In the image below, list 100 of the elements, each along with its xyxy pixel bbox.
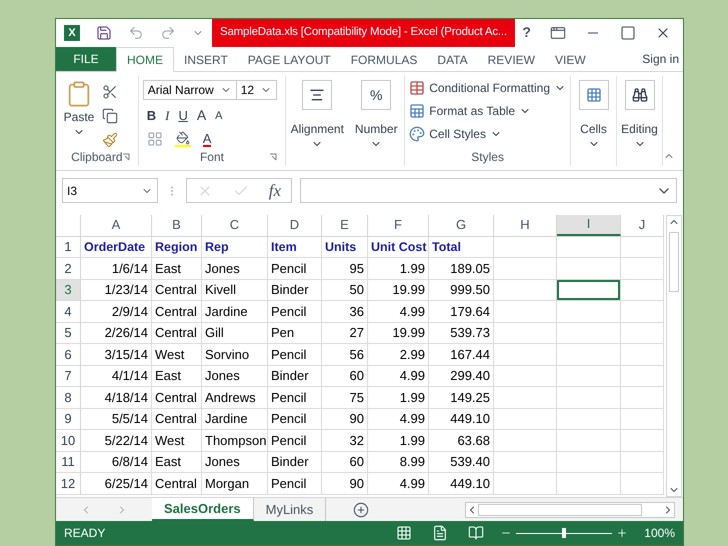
italic-button[interactable]: I [165, 106, 170, 126]
table-cell: East [152, 258, 202, 279]
column-header[interactable]: D [268, 214, 322, 236]
row-header[interactable]: 6 [56, 344, 81, 365]
table-cell: 50 [322, 280, 368, 300]
table-cell: Central [152, 280, 202, 300]
column-header[interactable]: E [322, 214, 368, 236]
redo-icon[interactable] [160, 24, 176, 41]
table-cell: 167.44 [429, 344, 494, 365]
ribbon-tab[interactable]: VIEW [544, 47, 596, 72]
help-button[interactable]: ? [522, 22, 531, 44]
scroll-thumb[interactable] [669, 232, 679, 292]
vertical-scrollbar[interactable] [666, 214, 682, 497]
row-header[interactable]: 7 [56, 366, 81, 386]
name-box[interactable]: I3 [62, 178, 158, 204]
font-size-field[interactable]: 12 [236, 80, 277, 100]
table-cell: OrderDate [81, 236, 152, 258]
bold-button[interactable]: B [146, 106, 156, 126]
row-header[interactable]: 9 [56, 408, 81, 430]
table-cell: 1/6/14 [81, 258, 152, 279]
number-button[interactable]: % Number [348, 76, 404, 166]
underline-button[interactable]: U [178, 106, 188, 126]
page-break-preview-icon[interactable] [468, 525, 484, 542]
table-cell: Pencil [268, 408, 322, 430]
ribbon-display-icon[interactable] [550, 24, 566, 41]
horizontal-scrollbar[interactable] [465, 502, 675, 518]
save-icon[interactable] [96, 24, 112, 41]
maximize-icon[interactable] [620, 24, 636, 41]
table-cell: Thompson [202, 430, 268, 451]
table-cell: Pencil [268, 344, 322, 365]
table-cell: Andrews [202, 387, 268, 408]
styles-menu-button[interactable]: Cell Styles [409, 125, 566, 144]
row-header[interactable]: 11 [56, 452, 81, 472]
format-painter-icon[interactable] [102, 132, 118, 148]
font-color-button[interactable]: A [202, 132, 212, 147]
column-header[interactable]: A [81, 214, 152, 236]
table-cell: Gill [202, 322, 268, 344]
zoom-slider[interactable] [516, 528, 612, 538]
table-cell: Pen [268, 322, 322, 344]
row-header[interactable]: 8 [56, 387, 81, 408]
borders-icon[interactable] [146, 131, 163, 148]
row-header[interactable]: 4 [56, 301, 81, 322]
table-cell: 1.99 [368, 430, 429, 451]
zoom-thumb[interactable] [562, 528, 566, 538]
row-header[interactable]: 12 [56, 473, 81, 494]
column-header[interactable]: G [429, 214, 494, 236]
ribbon-tab[interactable]: DATA [427, 47, 478, 72]
column-header[interactable]: F [368, 214, 429, 236]
grow-font-button[interactable]: A [196, 105, 206, 126]
editing-button[interactable]: Editing [617, 76, 663, 166]
table-cell: 539.73 [429, 322, 494, 344]
column-header[interactable]: I [557, 214, 621, 236]
row-header[interactable]: 1 [56, 236, 81, 258]
table-cell: 1/23/14 [81, 280, 152, 300]
styles-menu-button[interactable]: Conditional Formatting [409, 79, 566, 98]
ribbon-tab[interactable]: INSERT [174, 47, 238, 72]
table-cell: 4.99 [368, 366, 429, 386]
formula-input[interactable] [300, 178, 677, 204]
table-cell: Central [152, 408, 202, 430]
copy-icon[interactable] [102, 108, 118, 124]
fill-color-icon[interactable] [174, 131, 191, 148]
table-cell: Central [152, 473, 202, 494]
ribbon-tab[interactable]: HOME [116, 47, 174, 72]
table-cell: Pencil [268, 473, 322, 494]
column-header[interactable]: C [202, 214, 268, 236]
row-header[interactable]: 10 [56, 430, 81, 451]
dialog-launcher-icon[interactable] [122, 153, 130, 162]
undo-icon[interactable] [128, 24, 144, 41]
styles-menu-button[interactable]: Format as Table [409, 102, 566, 120]
font-name-field[interactable]: Arial Narrow [142, 80, 237, 100]
grid-icon [586, 87, 602, 104]
dialog-launcher-icon[interactable] [269, 153, 278, 162]
sheet-tab[interactable]: SalesOrders [152, 498, 254, 522]
ribbon-tab[interactable]: REVIEW [478, 47, 545, 72]
table-cell: Central [152, 322, 202, 344]
table-cell: 999.50 [429, 280, 494, 300]
row-header[interactable]: 3 [56, 280, 81, 300]
cut-icon[interactable] [102, 84, 118, 100]
page-layout-icon[interactable] [432, 525, 448, 542]
ribbon-tab[interactable]: FORMULAS [340, 47, 428, 72]
column-header[interactable]: B [152, 214, 202, 236]
table-cell: 449.10 [429, 408, 494, 430]
table-cell: 60 [322, 452, 368, 472]
file-tab[interactable]: FILE [56, 46, 116, 72]
table-cell: 539.40 [429, 452, 494, 472]
alignment-button[interactable]: Alignment [286, 76, 348, 166]
paste-button[interactable]: Paste [60, 80, 98, 148]
scroll-thumb[interactable] [478, 504, 642, 516]
row-header[interactable]: 2 [56, 258, 81, 279]
insert-function-button[interactable]: fx [268, 178, 282, 204]
sign-in-link[interactable]: Sign in [642, 50, 683, 68]
zoom-in-icon[interactable] [616, 527, 628, 540]
add-sheet-icon[interactable] [353, 502, 370, 518]
table-cell: Central [152, 387, 202, 408]
row-header[interactable]: 5 [56, 322, 81, 344]
shrink-font-button[interactable]: A [215, 108, 223, 124]
cells-button[interactable]: Cells [571, 76, 617, 166]
ribbon-tab[interactable]: PAGE LAYOUT [238, 47, 341, 72]
column-header[interactable]: J [621, 214, 664, 236]
normal-view-icon[interactable] [396, 525, 412, 542]
